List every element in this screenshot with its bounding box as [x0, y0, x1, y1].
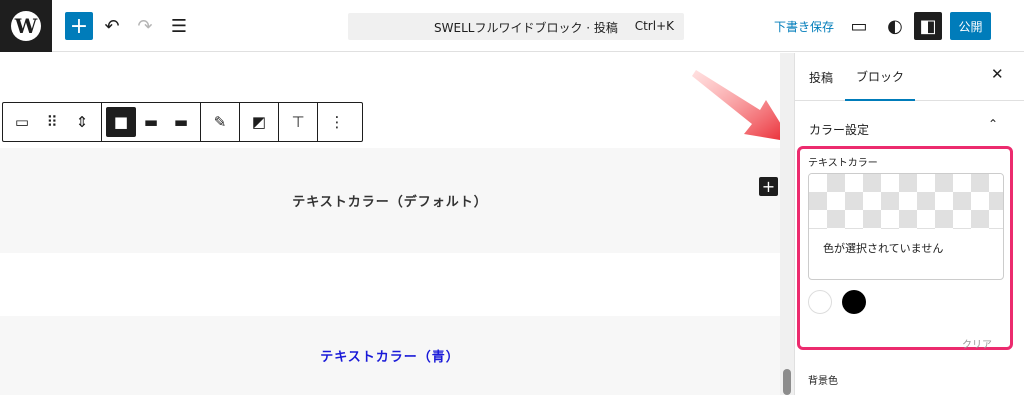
- document-title: SWELLフルワイドブロック · 投稿: [434, 21, 618, 35]
- block-text-default[interactable]: テキストカラー（デフォルト）: [292, 191, 488, 210]
- edit-pencil-icon[interactable]: ✎: [205, 107, 235, 137]
- wordpress-icon: W: [11, 11, 41, 41]
- text-color-label: テキストカラー: [808, 158, 878, 169]
- styles-icon[interactable]: ◐: [881, 12, 909, 40]
- wordpress-logo-button[interactable]: W: [0, 0, 52, 52]
- document-overview-icon[interactable]: ☰: [165, 12, 193, 40]
- drag-handle-icon[interactable]: ⠿: [37, 107, 67, 137]
- scrollbar-thumb[interactable]: [783, 369, 791, 395]
- editor-header: W + ↶ ↷ ☰ SWELLフルワイドブロック · 投稿 Ctrl+K 下書き…: [0, 0, 1024, 52]
- publish-button[interactable]: 公開: [950, 12, 991, 40]
- fullheight-icon[interactable]: ◩: [244, 107, 274, 137]
- close-icon[interactable]: ✕: [991, 65, 1004, 83]
- block-type-icon[interactable]: ▭: [7, 107, 37, 137]
- color-option-white[interactable]: [808, 290, 832, 314]
- undo-icon[interactable]: ↶: [98, 12, 126, 40]
- tab-block[interactable]: ブロック: [845, 53, 915, 101]
- command-palette[interactable]: SWELLフルワイドブロック · 投稿 Ctrl+K: [348, 13, 684, 40]
- fullwide-block-blue[interactable]: テキストカラー（青）: [0, 316, 780, 395]
- align-wide-icon[interactable]: ▬: [136, 107, 166, 137]
- block-text-blue[interactable]: テキストカラー（青）: [320, 346, 460, 365]
- move-up-down-icon[interactable]: ⇕: [67, 107, 97, 137]
- fullwide-block-default[interactable]: テキストカラー（デフォルト）: [0, 148, 780, 253]
- insert-block-icon[interactable]: +: [759, 177, 778, 196]
- color-option-black[interactable]: [842, 290, 866, 314]
- canvas-scrollbar[interactable]: [780, 53, 794, 395]
- text-color-dropdown[interactable]: 色が選択されていません: [808, 173, 1004, 280]
- tab-post[interactable]: 投稿: [809, 53, 833, 101]
- align-full-icon[interactable]: ▬: [166, 107, 196, 137]
- no-color-text: 色が選択されていません: [823, 242, 944, 255]
- chevron-up-icon[interactable]: ⌃: [988, 117, 998, 131]
- block-toolbar: ▭ ⠿ ⇕ ■ ▬ ▬ ✎ ◩ ⊤ ⋮: [2, 102, 363, 142]
- align-top-icon[interactable]: ⊤: [283, 107, 313, 137]
- align-contentwidth-icon[interactable]: ■: [106, 107, 136, 137]
- preview-icon[interactable]: ▭: [845, 12, 873, 40]
- sidebar-tabs: 投稿 ブロック ✕: [795, 53, 1024, 101]
- redo-icon[interactable]: ↷: [131, 12, 159, 40]
- command-shortcut: Ctrl+K: [634, 19, 674, 33]
- color-settings-title[interactable]: カラー設定: [809, 121, 869, 138]
- settings-icon[interactable]: ◧: [914, 12, 942, 40]
- save-draft-button[interactable]: 下書き保存: [774, 18, 834, 35]
- clear-button[interactable]: クリア: [962, 336, 992, 351]
- transparent-swatch: [809, 174, 1003, 229]
- background-color-label: 背景色: [808, 376, 838, 387]
- add-block-button[interactable]: +: [65, 12, 93, 40]
- editor-canvas[interactable]: テキストカラー（デフォルト） テキストカラー（青） ▭ ⠿ ⇕ ■ ▬ ▬ ✎ …: [0, 53, 780, 395]
- more-options-icon[interactable]: ⋮: [322, 107, 352, 137]
